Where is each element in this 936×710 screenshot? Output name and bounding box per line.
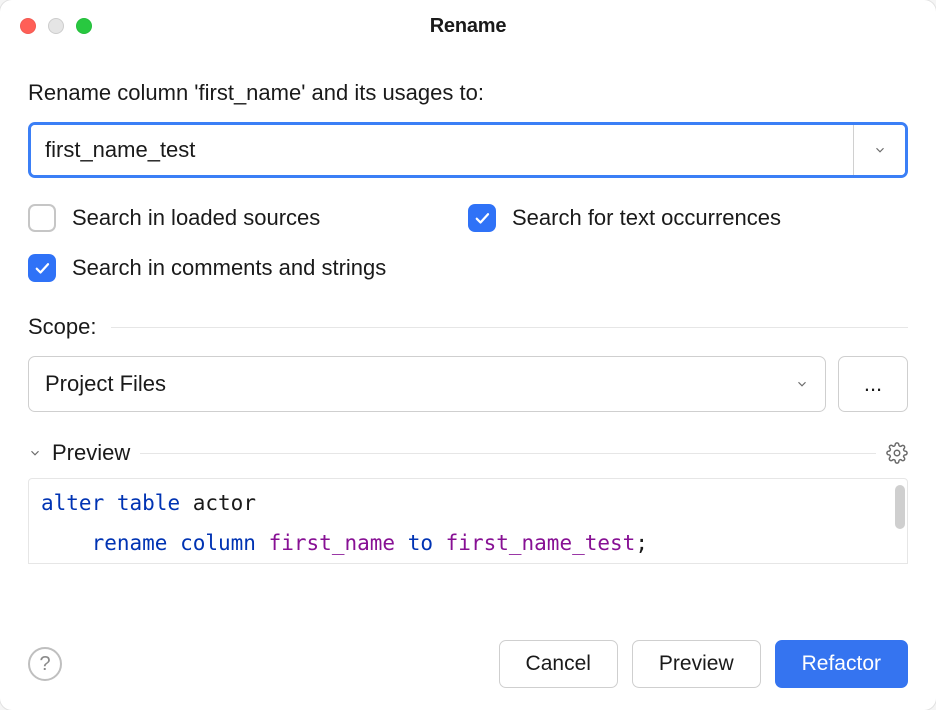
search-comments-strings-checkbox[interactable]: Search in comments and strings [28, 254, 908, 282]
checkbox-label: Search in loaded sources [72, 205, 320, 231]
scope-more-button[interactable]: ... [838, 356, 908, 412]
checkbox-label: Search in comments and strings [72, 255, 386, 281]
chevron-down-icon [28, 446, 42, 460]
gear-icon [886, 442, 908, 464]
chevron-down-icon [795, 377, 809, 391]
scrollbar-thumb[interactable] [895, 485, 905, 529]
new-name-input[interactable] [31, 125, 853, 175]
help-button[interactable]: ? [28, 647, 62, 681]
search-loaded-sources-checkbox[interactable]: Search in loaded sources [28, 204, 468, 232]
checkbox-checked-icon [28, 254, 56, 282]
minimize-window-button[interactable] [48, 18, 64, 34]
name-history-dropdown[interactable] [853, 125, 905, 175]
new-name-field-wrap [28, 122, 908, 178]
window-title: Rename [0, 15, 936, 38]
checkbox-checked-icon [468, 204, 496, 232]
prompt-label: Rename column 'first_name' and its usage… [28, 80, 908, 106]
checkbox-label: Search for text occurrences [512, 205, 781, 231]
titlebar: Rename [0, 0, 936, 52]
cancel-button[interactable]: Cancel [499, 640, 618, 688]
chevron-down-icon [873, 143, 887, 157]
refactor-button[interactable]: Refactor [775, 640, 908, 688]
dialog-footer: ? Cancel Preview Refactor [0, 632, 936, 710]
preview-section-header[interactable]: Preview [28, 440, 908, 466]
preview-section-label: Preview [52, 440, 130, 466]
divider [140, 453, 876, 454]
rename-dialog: Rename Rename column 'first_name' and it… [0, 0, 936, 710]
preview-button[interactable]: Preview [632, 640, 761, 688]
preview-code-box: alter table actor rename column first_na… [28, 478, 908, 564]
divider [111, 327, 909, 328]
scope-selected-value: Project Files [45, 371, 166, 397]
search-text-occurrences-checkbox[interactable]: Search for text occurrences [468, 204, 908, 232]
traffic-lights [20, 18, 92, 34]
zoom-window-button[interactable] [76, 18, 92, 34]
close-window-button[interactable] [20, 18, 36, 34]
scope-select[interactable]: Project Files [28, 356, 826, 412]
preview-settings-button[interactable] [886, 442, 908, 464]
scope-section-label: Scope: [28, 314, 908, 340]
preview-sql: alter table actor rename column first_na… [29, 479, 907, 564]
checkbox-unchecked-icon [28, 204, 56, 232]
